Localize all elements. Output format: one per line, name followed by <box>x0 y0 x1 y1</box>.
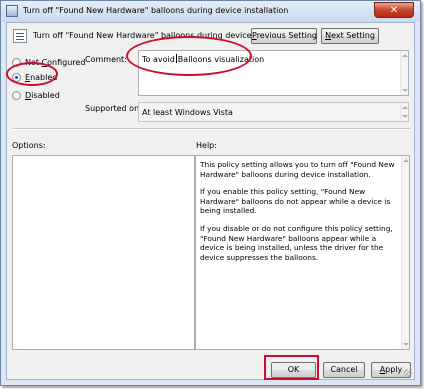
radio-disabled-label: Disabled <box>25 90 60 100</box>
resize-grip-icon[interactable] <box>404 369 412 377</box>
comment-label: Comment: <box>85 55 127 64</box>
section-divider <box>12 128 410 130</box>
previous-setting-label-post: revious Setting <box>256 31 317 40</box>
radio-enabled-label: Enabled <box>25 72 58 82</box>
scroll-down-arrow-icon[interactable] <box>402 89 408 92</box>
supported-on-field: At least Windows Vista <box>138 102 409 122</box>
help-paragraph: If you enable this policy setting, "Foun… <box>200 187 391 216</box>
options-label: Options: <box>12 141 46 150</box>
title-bar[interactable]: Turn off "Found New Hardware" balloons d… <box>1 1 420 22</box>
help-text: This policy setting allows you to turn o… <box>200 160 400 270</box>
radio-disabled[interactable]: Disabled <box>12 89 60 101</box>
supported-scrollbar[interactable] <box>400 103 408 121</box>
radio-disabled-indicator[interactable] <box>12 90 21 100</box>
scroll-up-arrow-icon[interactable] <box>403 159 409 162</box>
dialog-window: Turn off "Found New Hardware" balloons d… <box>0 0 421 386</box>
supported-on-value: At least Windows Vista <box>142 108 233 117</box>
comment-text: To avoid Balloons visualization <box>142 54 265 64</box>
help-label: Help: <box>196 141 217 150</box>
close-button[interactable]: ✕ <box>374 2 414 18</box>
previous-setting-button[interactable]: Previous Setting <box>251 28 317 44</box>
ok-button[interactable]: OK <box>271 362 316 378</box>
radio-not-configured[interactable]: Not Configured <box>12 56 85 68</box>
radio-enabled[interactable]: Enabled <box>12 71 57 83</box>
supported-on-label: Supported on: <box>85 104 142 113</box>
help-panel[interactable]: This policy setting allows you to turn o… <box>195 155 410 350</box>
next-setting-button[interactable]: Next Setting <box>321 28 379 44</box>
policy-setting-icon <box>13 29 27 43</box>
comment-textarea[interactable]: To avoid Balloons visualization <box>138 50 409 96</box>
help-scrollbar[interactable] <box>401 156 409 349</box>
window-icon <box>6 5 18 17</box>
help-paragraph: This policy setting allows you to turn o… <box>200 160 395 179</box>
radio-enabled-indicator[interactable] <box>12 72 21 82</box>
apply-label-post: pply <box>385 365 403 374</box>
scroll-down-arrow-icon[interactable] <box>403 343 409 346</box>
scroll-up-arrow-icon[interactable] <box>402 54 408 57</box>
scroll-down-arrow-icon[interactable] <box>402 115 408 118</box>
comment-scrollbar[interactable] <box>400 51 408 95</box>
scroll-up-arrow-icon[interactable] <box>402 106 408 109</box>
radio-not-configured-indicator[interactable] <box>12 57 21 67</box>
text-caret <box>175 54 177 63</box>
window-title: Turn off "Found New Hardware" balloons d… <box>23 6 289 15</box>
cancel-button[interactable]: Cancel <box>323 362 365 378</box>
options-panel <box>12 155 195 350</box>
dialog-client-area: Turn off "Found New Hardware" balloons d… <box>6 22 415 380</box>
next-setting-label-post: ext Setting <box>331 31 375 40</box>
help-paragraph: If you disable or do not configure this … <box>200 223 393 262</box>
radio-not-configured-label: Not Configured <box>25 57 86 67</box>
